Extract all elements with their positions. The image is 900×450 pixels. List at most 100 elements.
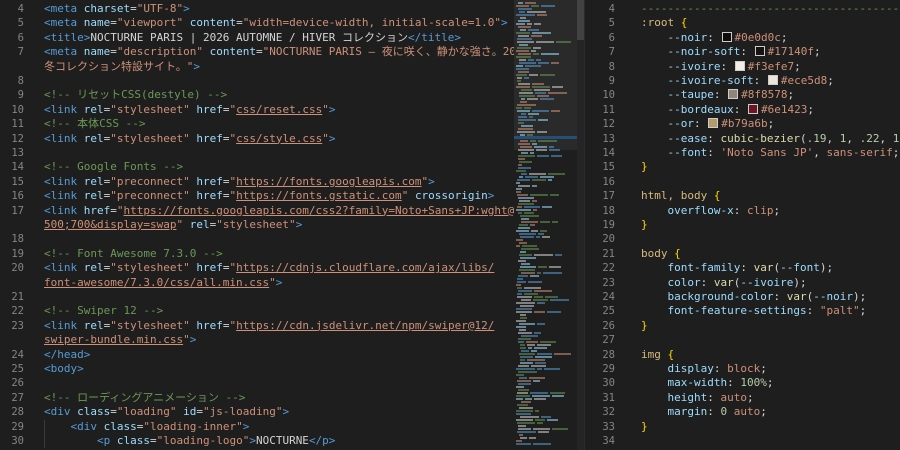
code-line[interactable]: <body> (44, 362, 84, 376)
code-line[interactable]: height: auto; (641, 391, 754, 405)
minimap-line (519, 62, 536, 64)
code-line[interactable]: ----------------------------------------… (641, 2, 900, 16)
code-token: " (322, 102, 329, 116)
code-line[interactable]: display: block; (641, 362, 767, 376)
code-line[interactable]: --ivoire-soft: #ece5d8; (641, 74, 834, 88)
code-line[interactable]: <link rel="stylesheet" href="css/style.c… (44, 132, 335, 146)
minimap-line (538, 62, 549, 64)
code-line[interactable]: font-awesome/7.3.0/css/all.min.css"> (44, 276, 282, 290)
minimap-line (517, 422, 535, 424)
code-line[interactable]: overflow-x: clip; (641, 204, 781, 218)
code-token: = (255, 45, 263, 59)
code-line[interactable]: swiper-bundle.min.css"> (44, 333, 196, 347)
code-line[interactable]: } (641, 218, 648, 232)
code-token: "stylesheet" (110, 102, 190, 116)
scrollbar-thumb[interactable] (577, 0, 584, 40)
code-line[interactable]: --or: #b79a6b; (641, 117, 775, 131)
code-token: auto (720, 390, 748, 404)
vertical-scrollbar[interactable] (577, 0, 584, 450)
code-line[interactable]: :root { (641, 16, 687, 30)
minimap-line (536, 59, 541, 61)
color-swatch[interactable] (721, 31, 732, 42)
color-swatch[interactable] (734, 60, 745, 71)
code-line[interactable]: <div class="loading" id="js-loading"> (44, 405, 289, 419)
color-swatch[interactable] (728, 89, 739, 100)
code-line[interactable]: <meta name="description" content="NOCTUR… (44, 45, 551, 59)
code-line[interactable]: --noir: #0e0d0c; (641, 31, 788, 45)
code-line[interactable]: <!-- Font Awesome 7.3.0 --> (44, 247, 223, 261)
minimap-line (527, 23, 532, 25)
code-line[interactable]: font-family: var(--font); (641, 261, 834, 275)
minimap-line (516, 56, 531, 58)
code-line[interactable]: <!-- リセットCSS(destyle) --> (44, 88, 227, 102)
code-line[interactable]: margin: 0 auto; (641, 405, 767, 419)
color-swatch[interactable] (754, 46, 765, 57)
minimap-line (535, 419, 545, 421)
minimap-line (538, 140, 557, 142)
html-editor-pane[interactable]: 4 5 6 7 8 9 10 11 12 13 14 15 16 17 18 19 20 21 22 23 24 25 26… (0, 0, 584, 450)
minimap-line (537, 95, 549, 97)
code-line[interactable]: img { (641, 348, 674, 362)
minimap-line (541, 53, 559, 55)
code-line[interactable]: <!-- Swiper 12 --> (44, 304, 163, 318)
code-line[interactable]: <meta name="viewport" content="width=dev… (44, 16, 508, 30)
code-line[interactable]: html, body { (641, 189, 720, 203)
css-editor-pane[interactable]: 4 5 6 7 8 9 10 11 12 13 14 15 16 17 18 19 20 21 22 23 24 25 26… (584, 0, 900, 450)
code-line[interactable]: --noir-soft: #17140f; (641, 45, 821, 59)
line-number: 18 (602, 204, 615, 217)
code-line[interactable]: <link rel="stylesheet" href="https://cdn… (44, 261, 494, 275)
code-line[interactable]: } (641, 319, 648, 333)
minimap[interactable] (514, 0, 584, 450)
code-line[interactable]: body { (641, 247, 681, 261)
code-line[interactable]: <div class="loading-inner"> (44, 420, 250, 434)
code-token: <!-- Swiper 12 --> (44, 304, 164, 318)
code-line[interactable]: <link rel="stylesheet" href="css/reset.c… (44, 103, 335, 117)
minimap-line (527, 11, 546, 13)
code-line[interactable]: max-width: 100%; (641, 376, 774, 390)
minimap-line (524, 293, 538, 295)
code-line[interactable]: <!-- Google Fonts --> (44, 160, 183, 174)
code-line[interactable]: background-color: var(--noir); (641, 290, 867, 304)
code-line[interactable]: <link rel="stylesheet" href="https://cdn… (44, 319, 494, 333)
code-line[interactable]: } (641, 160, 648, 174)
code-token: : (707, 146, 721, 159)
code-line[interactable]: <link rel="preconnect" href="https://fon… (44, 175, 435, 189)
minimap-line (516, 368, 535, 370)
code-line[interactable]: --bordeaux: #6e1423; (641, 103, 814, 117)
code-line[interactable]: 500;700&display=swap" rel="stylesheet"> (44, 218, 302, 232)
color-swatch[interactable] (747, 103, 758, 114)
minimap-line (516, 5, 529, 7)
code-line[interactable]: color: var(--ivoire); (641, 276, 807, 290)
code-line[interactable]: <p class="loading-logo">NOCTURNE</p> (44, 434, 335, 448)
minimap-line (520, 359, 525, 361)
code-line[interactable]: --font: 'Noto Sans JP', sans-serif; (641, 146, 900, 160)
minimap-line (516, 188, 522, 190)
code-line[interactable]: } (641, 420, 648, 434)
code-line[interactable]: <meta charset="UTF-8"> (44, 2, 190, 16)
code-token: #6e1423 (760, 102, 808, 116)
code-line[interactable]: <title>NOCTURNE PARIS | 2026 AUTOMNE / H… (44, 31, 461, 45)
color-swatch[interactable] (767, 75, 778, 85)
minimap-line (529, 173, 546, 175)
code-line[interactable]: <link href="https://fonts.googleapis.com… (44, 204, 567, 218)
code-line[interactable]: <!-- ローディングアニメーション --> (44, 391, 245, 405)
code-line[interactable]: --taupe: #8f8578; (641, 88, 795, 102)
color-swatch[interactable] (708, 118, 719, 129)
line-number: 26 (11, 377, 24, 390)
code-token: <!-- リセットCSS(destyle) --> (44, 88, 228, 102)
line-number: 13 (602, 132, 615, 145)
code-line[interactable]: --ease: cubic-bezier(.19, 1, .22, 1); (641, 132, 900, 146)
minimap-line (532, 110, 549, 112)
code-token: <link (44, 261, 78, 275)
code-line[interactable]: 冬コレクション特設サイト。"> (44, 60, 200, 74)
code-line[interactable]: <!-- 本体CSS --> (44, 117, 145, 131)
line-number: 29 (11, 420, 24, 433)
code-line[interactable]: </head> (44, 348, 90, 362)
code-line[interactable]: --ivoire: #f3efe7; (641, 60, 801, 74)
code-line[interactable]: font-feature-settings: "palt"; (641, 304, 867, 318)
code-line[interactable]: <link rel="preconnect" href="https://fon… (44, 189, 494, 203)
